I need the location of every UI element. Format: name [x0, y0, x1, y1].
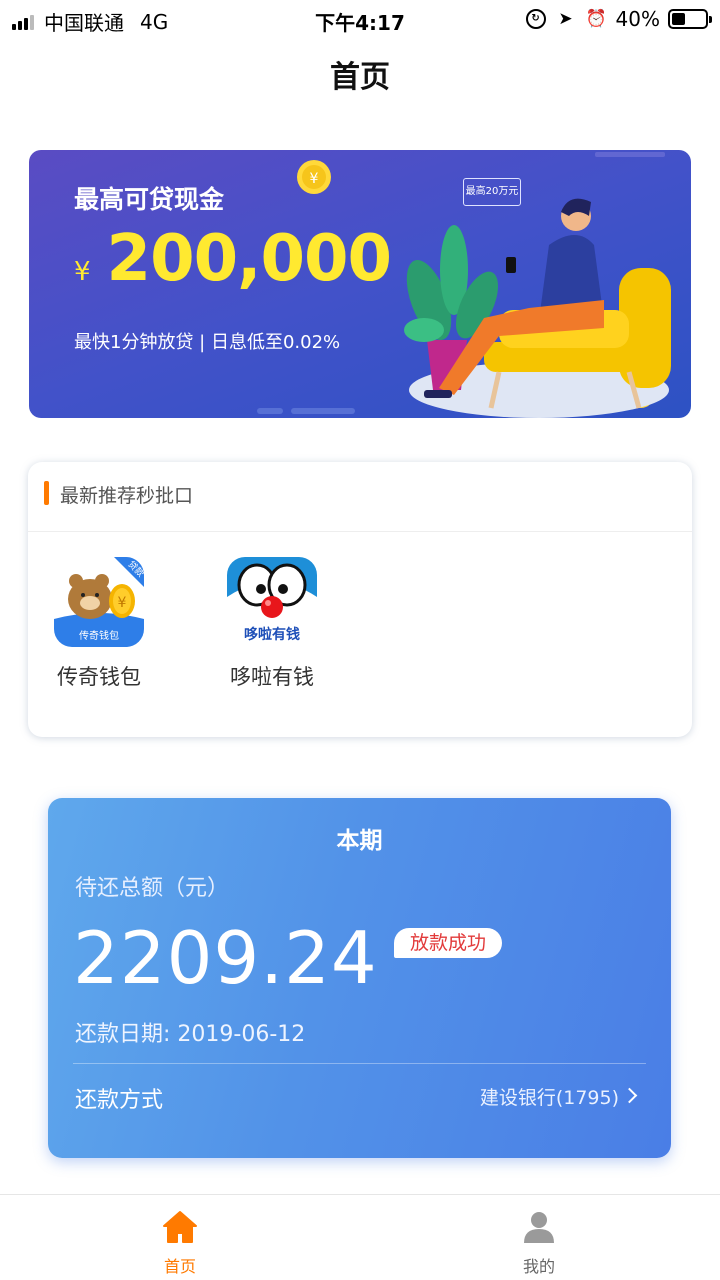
repay-method-label: 还款方式 [75, 1088, 164, 1113]
app-item-duola[interactable]: 哆啦有钱 哆啦有钱 [207, 557, 337, 691]
svg-text:¥: ¥ [118, 595, 127, 611]
repayment-card[interactable]: 本期 待还总额（元） 2209.24 放款成功 还款日期: 2019-06-12… [48, 798, 671, 1158]
banner-subtitle: 最快1分钟放贷 | 日息低至0.02% [74, 332, 341, 353]
recommend-header: 最新推荐秒批口 [28, 462, 692, 532]
doraemon-face-icon[interactable]: 哆啦有钱 [227, 557, 317, 647]
banner-amount-row: ¥ 200,000 [74, 222, 392, 296]
app-name[interactable]: 哆啦有钱 [207, 661, 337, 691]
user-icon[interactable] [521, 1209, 557, 1245]
total-due-label: 待还总额（元） [75, 876, 230, 901]
page-title: 首页 [330, 60, 390, 95]
status-badge: 放款成功 [394, 928, 503, 958]
location-arrow-icon: ➤ [558, 9, 573, 29]
tab-home[interactable]: 首页 [120, 1209, 240, 1277]
battery-icon [668, 9, 712, 29]
loan-promo-banner[interactable]: ¥ ¥ 最高20万元 最高可贷现金 ¥ 200,000 最快1分钟放贷 | 日息… [29, 150, 691, 418]
accent-bar [44, 481, 49, 505]
tab-home-label[interactable]: 首页 [120, 1253, 240, 1277]
alarm-clock-icon: ⏰ [585, 9, 607, 29]
repay-method-value[interactable]: 建设银行(1795) [480, 1083, 619, 1110]
max-loan-amount: 200,000 [106, 222, 392, 296]
home-icon[interactable] [162, 1209, 198, 1245]
max-amount-bubble: 最高20万元 [463, 178, 521, 206]
bottom-tab-bar: 首页 我的 [0, 1194, 720, 1280]
tab-mine-label[interactable]: 我的 [479, 1253, 599, 1277]
svg-text:传奇钱包: 传奇钱包 [79, 629, 119, 642]
tab-mine[interactable]: 我的 [479, 1209, 599, 1277]
status-bar: 中国联通 4G 下午4:17 ↻ ➤ ⏰ 40% [0, 0, 720, 40]
period-title: 本期 [336, 828, 383, 854]
recommend-card: 最新推荐秒批口 贷款 ¥ 传奇钱包 传奇钱包 哆啦有钱 哆啦有钱 [28, 462, 692, 737]
banner-title: 最高可贷现金 [74, 185, 225, 214]
divider [73, 1063, 646, 1064]
app-item-chuanqi[interactable]: 贷款 ¥ 传奇钱包 传奇钱包 [34, 557, 164, 691]
total-due-amount: 2209.24 [73, 916, 378, 1000]
svg-text:哆啦有钱: 哆啦有钱 [244, 626, 300, 643]
status-bar-right: ↻ ➤ ⏰ 40% [516, 7, 712, 31]
svg-text:¥: ¥ [310, 171, 319, 187]
bear-coin-icon[interactable]: 贷款 ¥ 传奇钱包 [54, 557, 144, 647]
app-name[interactable]: 传奇钱包 [34, 661, 164, 691]
battery-percent: 40% [615, 7, 660, 31]
chevron-right-icon[interactable] [621, 1087, 638, 1104]
orientation-lock-icon: ↻ [525, 9, 546, 29]
recommend-title: 最新推荐秒批口 [60, 485, 194, 507]
battery-level-fill [672, 13, 685, 25]
currency-symbol: ¥ [74, 257, 91, 287]
due-date: 还款日期: 2019-06-12 [75, 1022, 306, 1047]
